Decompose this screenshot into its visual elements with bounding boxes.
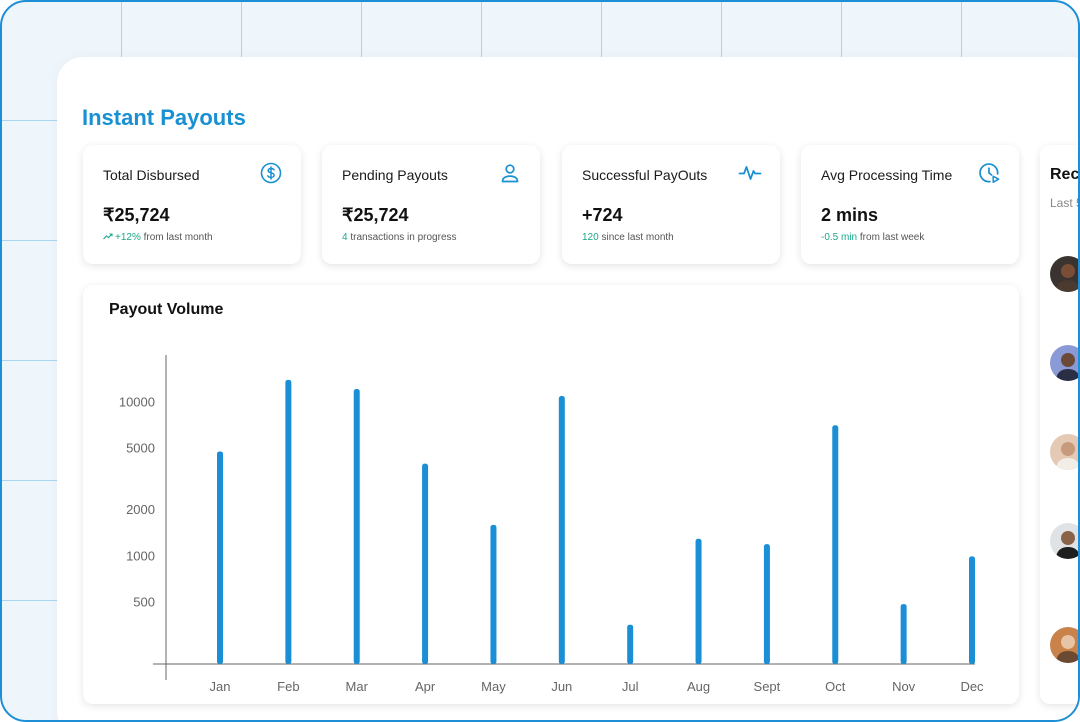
avatar-image	[1050, 434, 1078, 470]
bar-jan	[217, 451, 223, 664]
card-label: Avg Processing Time	[821, 167, 953, 183]
note-text: from last month	[143, 232, 213, 243]
recent-title: Rece	[1050, 166, 1080, 183]
y-tick-label: 5000	[126, 441, 155, 456]
note-text: from last week	[859, 232, 925, 243]
x-tick-label: Apr	[415, 679, 436, 694]
avatar[interactable]	[1050, 345, 1078, 381]
bar-oct	[832, 425, 839, 664]
avatar-image	[1050, 523, 1078, 559]
payout-volume-chart: 10000 5000 2000 1000 500 Jan Feb Mar Apr May Jun Ju…	[119, 355, 984, 694]
recent-payouts-card: Rece Last 5	[1040, 145, 1080, 704]
page-title: Instant Payouts	[82, 105, 246, 130]
recent-subtitle: Last 5	[1050, 196, 1080, 210]
note-accent: 4	[342, 232, 348, 243]
x-tick-label: Jan	[210, 679, 231, 694]
avatar-image	[1050, 345, 1078, 381]
card-note: 4 transactions in progress	[342, 232, 457, 243]
card-value: 2 mins	[821, 205, 879, 225]
activity-pulse-icon	[738, 166, 762, 180]
avatar[interactable]	[1050, 256, 1078, 292]
x-tick-label: Feb	[277, 679, 299, 694]
stat-card-total-disbursed[interactable]: Total Disbursed ₹25,724 +12% from last m…	[83, 145, 301, 264]
bar-apr	[422, 463, 429, 664]
card-note: 120 since last month	[582, 232, 674, 243]
avatar[interactable]	[1050, 627, 1078, 663]
background-grid: Instant Payouts Total Disbursed ₹25,724 …	[0, 0, 1080, 722]
y-tick-label: 10000	[119, 394, 155, 409]
bar-dec	[969, 556, 975, 664]
note-accent: 120	[582, 232, 599, 243]
card-note: +12% from last month	[103, 232, 213, 243]
payout-volume-chart-card: Payout Volume 10000 5000 2000 1000 500 Jan Feb…	[83, 285, 1019, 704]
avatar[interactable]	[1050, 523, 1078, 559]
bar-aug	[695, 538, 702, 664]
x-tick-label: Nov	[892, 679, 916, 694]
stat-card-pending-payouts[interactable]: Pending Payouts ₹25,724 4 transactions i…	[322, 145, 540, 264]
card-label: Pending Payouts	[342, 167, 448, 183]
note-text: transactions in progress	[350, 232, 457, 243]
avatar-image	[1050, 256, 1078, 292]
x-tick-label: May	[481, 679, 506, 694]
user-icon	[501, 164, 519, 183]
x-tick-label: Aug	[687, 679, 710, 694]
stat-card-successful-payouts[interactable]: Successful PayOuts +724 120 since last m…	[562, 145, 780, 264]
x-tick-label: Sept	[754, 679, 781, 694]
bar-feb	[285, 379, 292, 664]
y-tick-label: 1000	[126, 548, 155, 563]
x-tick-label: Dec	[960, 679, 984, 694]
bar-may	[490, 524, 497, 664]
dollar-circle-icon	[260, 162, 282, 184]
trend-up-icon	[103, 233, 113, 240]
card-label: Successful PayOuts	[582, 167, 708, 183]
note-text: since last month	[601, 232, 674, 243]
y-tick-label: 500	[133, 595, 155, 610]
x-tick-label: Jun	[551, 679, 572, 694]
clock-icon	[979, 163, 1000, 183]
x-tick-label: Jul	[622, 679, 639, 694]
x-tick-label: Mar	[346, 679, 369, 694]
bar-jul	[627, 624, 634, 664]
avatar[interactable]	[1050, 434, 1078, 470]
note-accent: -0.5 min	[821, 232, 858, 243]
card-label: Total Disbursed	[103, 167, 200, 183]
y-tick-label: 2000	[126, 502, 155, 517]
x-tick-label: Oct	[825, 679, 846, 694]
card-value: ₹25,724	[103, 205, 170, 225]
bar-sept	[763, 544, 770, 664]
bar-mar	[353, 389, 360, 664]
avatar-image	[1050, 627, 1078, 663]
card-note: -0.5 min from last week	[821, 232, 924, 243]
card-value: ₹25,724	[342, 205, 409, 225]
card-value: +724	[582, 205, 623, 225]
note-accent: +12%	[115, 232, 141, 243]
bar-jun	[558, 395, 565, 664]
bar-nov	[900, 604, 907, 664]
stat-card-avg-processing-time[interactable]: Avg Processing Time 2 mins -0.5 min from…	[801, 145, 1019, 264]
